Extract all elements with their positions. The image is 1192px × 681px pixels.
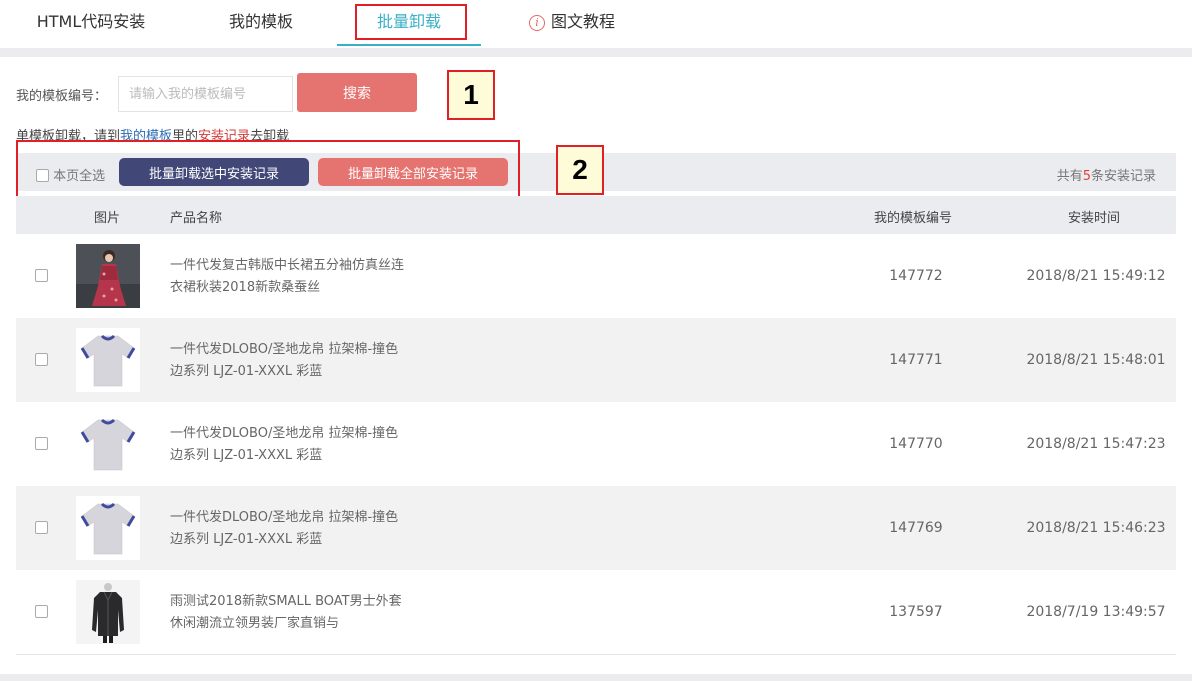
- template-id-input[interactable]: [118, 76, 293, 112]
- product-name-line: 边系列 LJZ-01-XXXL 彩蓝: [170, 364, 323, 379]
- product-name-line: 边系列 LJZ-01-XXXL 彩蓝: [170, 448, 323, 463]
- product-name-line: 休闲潮流立领男装厂家直销与: [170, 616, 340, 631]
- total-text: 条安装记录: [1090, 169, 1156, 184]
- column-header-install-time: 安装时间: [1068, 211, 1121, 226]
- select-all-label: 本页全选: [53, 169, 106, 184]
- callout-2: 2: [556, 145, 604, 195]
- column-header-name: 产品名称: [170, 211, 223, 226]
- install-time: 2018/8/21 15:47:23: [1026, 436, 1166, 452]
- tab-label: 我的模板: [228, 12, 293, 31]
- dress-photo: [76, 244, 140, 308]
- tab-batch-uninstall[interactable]: 批量卸载: [337, 0, 481, 46]
- total-text: 共有: [1056, 169, 1083, 184]
- tshirt-photo: [76, 412, 140, 476]
- jacket-photo: [76, 580, 140, 644]
- table-row: 一件代发DLOBO/圣地龙帛 拉架棉-撞色 边系列 LJZ-01-XXXL 彩蓝…: [16, 486, 1176, 570]
- product-name-line: 雨测试2018新款SMALL BOAT男士外套: [170, 594, 402, 609]
- select-all-checkbox[interactable]: 本页全选: [36, 165, 105, 184]
- template-id: 137597: [889, 604, 943, 620]
- search-button[interactable]: 搜索: [297, 73, 417, 112]
- search-label: 我的模板编号：: [16, 89, 108, 104]
- tab-bar: HTML代码安装 我的模板 批量卸载 i 图文教程: [0, 0, 1192, 48]
- highlight-box: [355, 4, 467, 40]
- divider: [16, 654, 1176, 655]
- install-time: 2018/7/19 13:49:57: [1026, 604, 1166, 620]
- table-row: 雨测试2018新款SMALL BOAT男士外套 休闲潮流立领男装厂家直销与 13…: [16, 570, 1176, 654]
- checkbox-icon[interactable]: [36, 169, 49, 182]
- template-id: 147770: [889, 436, 943, 452]
- tab-tutorial[interactable]: i 图文教程: [512, 0, 632, 46]
- uninstall-all-button[interactable]: 批量卸载全部安装记录: [318, 158, 508, 186]
- template-id: 147772: [889, 268, 943, 284]
- template-id: 147769: [889, 520, 943, 536]
- total-count: 5: [1082, 169, 1091, 184]
- install-time: 2018/8/21 15:49:12: [1026, 268, 1166, 284]
- tshirt-photo: [76, 496, 140, 560]
- total-records: 共有5条安装记录: [1057, 165, 1156, 184]
- install-time: 2018/8/21 15:46:23: [1026, 520, 1166, 536]
- install-time: 2018/8/21 15:48:01: [1026, 352, 1166, 368]
- row-checkbox[interactable]: [35, 269, 48, 282]
- tab-label: HTML代码安装: [36, 12, 146, 31]
- table-row: 一件代发复古韩版中长裙五分袖仿真丝连 衣裙秋装2018新款桑蚕丝 147772 …: [16, 234, 1176, 318]
- product-name: 一件代发DLOBO/圣地龙帛 拉架棉-撞色 边系列 LJZ-01-XXXL 彩蓝: [170, 423, 440, 467]
- info-icon: i: [528, 15, 545, 31]
- tshirt-photo: [76, 328, 140, 392]
- row-checkbox[interactable]: [35, 353, 48, 366]
- table-row: 一件代发DLOBO/圣地龙帛 拉架棉-撞色 边系列 LJZ-01-XXXL 彩蓝…: [16, 318, 1176, 402]
- product-name-line: 一件代发复古韩版中长裙五分袖仿真丝连: [170, 258, 405, 273]
- product-name-line: 衣裙秋装2018新款桑蚕丝: [170, 280, 321, 295]
- divider: [0, 48, 1192, 57]
- uninstall-selected-button[interactable]: 批量卸载选中安装记录: [119, 158, 309, 186]
- product-name-line: 一件代发DLOBO/圣地龙帛 拉架棉-撞色: [170, 426, 399, 441]
- product-name: 一件代发DLOBO/圣地龙帛 拉架棉-撞色 边系列 LJZ-01-XXXL 彩蓝: [170, 339, 440, 383]
- row-checkbox[interactable]: [35, 521, 48, 534]
- divider: [0, 674, 1192, 681]
- row-checkbox[interactable]: [35, 605, 48, 618]
- tab-label: 图文教程: [550, 12, 615, 31]
- callout-1: 1: [447, 70, 495, 120]
- table-row: 一件代发DLOBO/圣地龙帛 拉架棉-撞色 边系列 LJZ-01-XXXL 彩蓝…: [16, 402, 1176, 486]
- table-header: 图片 产品名称 我的模板编号 安装时间: [16, 196, 1176, 234]
- product-name: 雨测试2018新款SMALL BOAT男士外套 休闲潮流立领男装厂家直销与: [170, 591, 440, 635]
- product-name: 一件代发复古韩版中长裙五分袖仿真丝连 衣裙秋装2018新款桑蚕丝: [170, 255, 440, 299]
- row-checkbox[interactable]: [35, 437, 48, 450]
- product-name-line: 一件代发DLOBO/圣地龙帛 拉架棉-撞色: [170, 342, 399, 357]
- product-name-line: 一件代发DLOBO/圣地龙帛 拉架棉-撞色: [170, 510, 399, 525]
- template-id: 147771: [889, 352, 943, 368]
- column-header-image: 图片: [94, 211, 121, 226]
- tab-my-templates[interactable]: 我的模板: [200, 0, 322, 46]
- product-name: 一件代发DLOBO/圣地龙帛 拉架棉-撞色 边系列 LJZ-01-XXXL 彩蓝: [170, 507, 440, 551]
- product-name-line: 边系列 LJZ-01-XXXL 彩蓝: [170, 532, 323, 547]
- column-header-template-id: 我的模板编号: [874, 211, 953, 226]
- tab-html-install[interactable]: HTML代码安装: [20, 0, 162, 46]
